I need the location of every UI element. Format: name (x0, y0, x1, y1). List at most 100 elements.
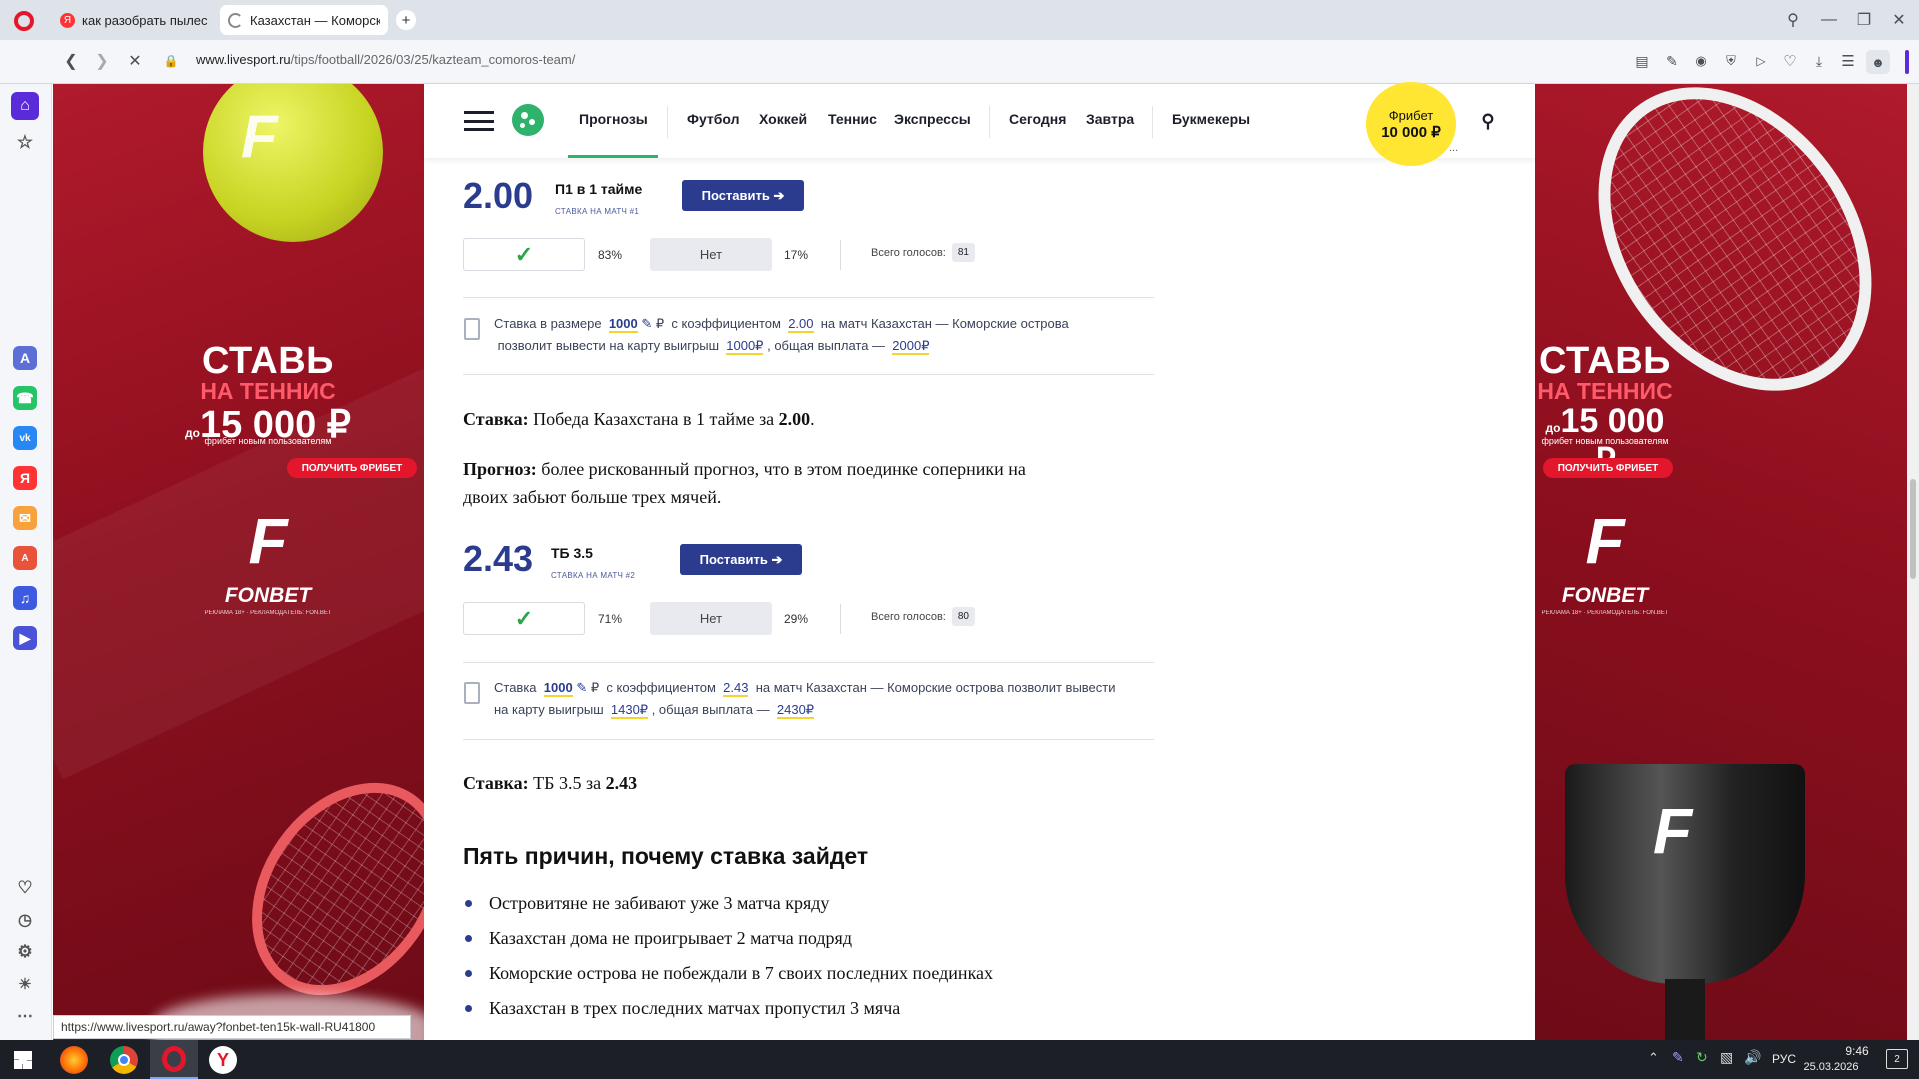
search-icon[interactable]: ⚲ (1476, 109, 1500, 133)
nav-hockey[interactable]: Хоккей (759, 111, 807, 127)
close-icon[interactable]: ✕ (1888, 9, 1910, 31)
nav-today[interactable]: Сегодня (1009, 111, 1066, 127)
hamburger-menu-icon[interactable] (464, 111, 494, 131)
place-bet-button[interactable]: Поставить ➔ (680, 544, 802, 575)
minimize-icon[interactable]: — (1818, 9, 1840, 31)
home-icon[interactable]: ⌂ (11, 92, 39, 120)
nav-football[interactable]: Футбол (687, 111, 740, 127)
place-bet-button[interactable]: Поставить ➔ (682, 180, 804, 211)
sidebar-toggle-bar[interactable] (1905, 50, 1909, 74)
currency: ₽ (655, 316, 665, 331)
profile-icon[interactable]: ☻ (1866, 50, 1890, 74)
maximize-icon[interactable]: ❐ (1853, 9, 1875, 31)
opera-taskbar-icon[interactable] (150, 1040, 198, 1079)
opera-logo-icon[interactable] (14, 11, 34, 31)
nav-predictions[interactable]: Прогнозы (579, 111, 648, 127)
camera-icon[interactable]: ◉ (1691, 51, 1711, 71)
firefox-icon[interactable] (60, 1046, 88, 1074)
yandex-icon[interactable]: Я (13, 466, 37, 490)
vote-yes-button[interactable]: ✓ (463, 238, 585, 271)
music-icon[interactable]: ♫ (13, 586, 37, 610)
stop-icon[interactable]: ✕ (124, 50, 146, 72)
nav-bookmakers[interactable]: Букмекеры (1172, 111, 1250, 127)
pencil-icon[interactable]: ✎ (576, 680, 587, 695)
nav-express[interactable]: Экспрессы (894, 111, 971, 127)
vk-icon[interactable]: vk (13, 426, 37, 450)
chrome-icon[interactable] (110, 1046, 138, 1074)
menu-icon[interactable]: ☰ (1838, 51, 1858, 71)
clock-date-visible[interactable]: 25.03.2026 (1796, 1061, 1866, 1073)
nav-tennis[interactable]: Теннис (828, 111, 877, 127)
windows-start-icon[interactable] (14, 1051, 32, 1069)
calc-total: 2430₽ (776, 702, 815, 719)
more-icon[interactable]: ⋯ (11, 1002, 39, 1030)
tray-sync-icon[interactable]: ↻ (1696, 1049, 1708, 1066)
vote-no-button[interactable]: Нет (650, 602, 772, 635)
stake-input[interactable]: 1000 (608, 316, 638, 333)
nav-tomorrow[interactable]: Завтра (1086, 111, 1134, 127)
history-icon[interactable]: ◷ (11, 906, 39, 934)
bet-odds: 2.43 (463, 538, 534, 579)
trophy-stem (1665, 979, 1705, 1040)
reader-icon[interactable]: ▤ (1632, 51, 1652, 71)
url-field[interactable]: www.livesport.ru/tips/football/2026/03/2… (196, 52, 575, 67)
calc-text: , общая выплата — (651, 702, 770, 717)
player-icon[interactable]: ▶ (13, 626, 37, 650)
stake-input[interactable]: 1000 (543, 680, 573, 697)
votes-count: 80 (951, 607, 975, 626)
pinboard-icon[interactable]: ☆ (11, 128, 39, 156)
site-logo-icon[interactable] (512, 104, 544, 136)
tray-pen-icon[interactable]: ✎ (1672, 1049, 1684, 1066)
tab-active[interactable]: Казахстан — Коморские (220, 5, 388, 35)
scrollbar-thumb[interactable] (1910, 479, 1916, 579)
browser-sidebar: ⌂ ☆ A ☎ vk Я ✉ A ♫ ▶ ♡ ◷ ⚙ ☀ ⋯ (0, 84, 52, 1040)
tray-chevron-icon[interactable]: ⌃ (1648, 1050, 1659, 1066)
yes-percent: 83% (598, 248, 623, 262)
freebet-badge[interactable]: Фрибет 10 000 ₽ (1366, 82, 1456, 166)
search-tabs-icon[interactable]: ⚲ (1782, 9, 1804, 31)
back-icon[interactable]: ❮ (60, 50, 82, 72)
aria-icon[interactable]: A (13, 346, 37, 370)
vote-no-button[interactable]: Нет (650, 238, 772, 271)
pencil-icon[interactable]: ✎ (641, 316, 652, 331)
network-icon[interactable]: ▧ (1720, 1049, 1733, 1066)
whatsapp-icon[interactable]: ☎ (13, 386, 37, 410)
yandex-browser-icon[interactable]: Y (209, 1046, 237, 1074)
language-indicator[interactable]: РУС (1772, 1052, 1796, 1066)
bet-label: СТАВКА НА МАТЧ #2 (551, 571, 636, 580)
bullet (465, 1005, 472, 1012)
notifications-icon[interactable]: 2 (1886, 1049, 1908, 1069)
volume-icon[interactable]: 🔊 (1744, 1049, 1761, 1066)
heart-icon[interactable]: ♡ (1780, 51, 1800, 71)
get-freebet-button[interactable]: ПОЛУЧИТЬ ФРИБЕТ (287, 458, 417, 478)
fonbet-ad-right[interactable]: СТАВЬ НА ТЕННИС до15 000 ₽ фрибет новым … (1535, 84, 1907, 1040)
mail-icon[interactable]: ✉ (13, 506, 37, 530)
fonbet-ad-left[interactable]: F СТАВЬ НА ТЕННИС до15 000 ₽ фрибет новы… (53, 84, 424, 1040)
download-icon[interactable]: ⤓ (1809, 51, 1829, 71)
favorites-icon[interactable]: ♡ (11, 874, 39, 902)
clock-time[interactable]: 9:46 (1822, 1044, 1892, 1058)
ad-disclaimer: РЕКЛАМА 18+ · РЕКЛАМОДАТЕЛЬ: FON.BET (204, 610, 332, 616)
edit-icon[interactable]: ✎ (1662, 51, 1682, 71)
translate-icon[interactable]: A (13, 546, 37, 570)
settings-icon[interactable]: ⚙ (11, 938, 39, 966)
tab-title: Казахстан — Коморские (250, 12, 380, 28)
stake-text: ТБ 3.5 за (533, 773, 602, 793)
vote-yes-button[interactable]: ✓ (463, 602, 585, 635)
divider (840, 604, 841, 634)
new-tab-button[interactable]: + (396, 10, 416, 30)
yandex-favicon-icon: Я (60, 12, 75, 28)
url-host: www.livesport.ru (196, 52, 291, 67)
play-icon[interactable]: ▷ (1751, 51, 1771, 71)
forward-icon[interactable]: ❯ (91, 50, 113, 72)
loading-spinner-icon (228, 12, 243, 28)
no-percent: 17% (784, 248, 809, 262)
tab-bar: Я как разобрать пылесос с Казахстан — Ко… (0, 0, 1919, 40)
shield-icon[interactable]: ⛨ (1721, 51, 1741, 71)
page-scrollbar[interactable] (1907, 84, 1919, 1040)
stake-text: Победа Казахстана в 1 тайме за (533, 409, 775, 429)
lightbulb-icon[interactable]: ☀ (11, 970, 39, 998)
get-freebet-button[interactable]: ПОЛУЧИТЬ ФРИБЕТ (1543, 458, 1673, 478)
calc-total: 2000₽ (892, 338, 930, 355)
tab-inactive[interactable]: Я как разобрать пылесос с (52, 5, 216, 35)
